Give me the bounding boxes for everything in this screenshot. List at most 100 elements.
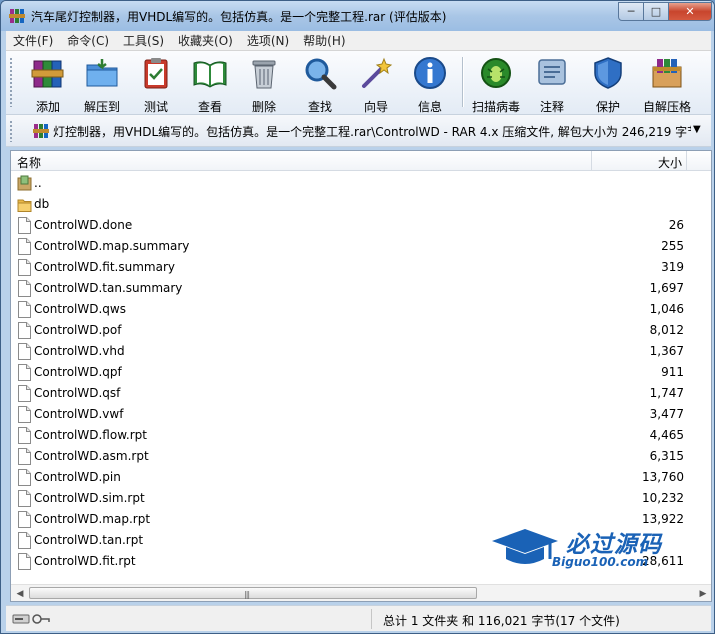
file-icon [18, 469, 31, 486]
file-icon [18, 490, 31, 507]
file-size: 13,760 [642, 470, 684, 484]
file-name: ControlWD.vwf [34, 407, 124, 421]
menu-favorites[interactable]: 收藏夹(O) [171, 32, 240, 49]
file-icon [18, 259, 31, 276]
sfx-box-icon [652, 59, 682, 88]
scroll-left-icon[interactable]: ◀ [12, 586, 28, 601]
file-icon [18, 238, 31, 255]
minimize-button[interactable]: ─ [618, 2, 644, 21]
file-name: ControlWD.tan.rpt [34, 533, 144, 547]
file-row[interactable]: ControlWD.done 26 [11, 215, 711, 236]
maximize-icon: □ [650, 5, 662, 18]
maximize-button[interactable]: □ [643, 2, 669, 21]
column-divider[interactable] [591, 151, 592, 171]
horizontal-scrollbar[interactable]: ◀ ||| ▶ [11, 584, 711, 601]
scroll-right-icon[interactable]: ▶ [695, 586, 711, 601]
toolbar-separator [462, 57, 463, 107]
toolbar: 添加 解压到 测试 查看 删除 查找 向导 信息 扫描病毒 注释 保护 自解压格 [6, 51, 711, 115]
find-button[interactable]: 查找 [294, 55, 346, 114]
info-button[interactable]: 信息 [404, 55, 456, 114]
delete-button[interactable]: 删除 [238, 55, 290, 114]
file-icon [18, 532, 31, 549]
magic-wand-icon [362, 57, 393, 88]
clipboard-check-icon [144, 58, 168, 89]
file-size: 4,465 [649, 428, 684, 442]
close-button[interactable]: ✕ [668, 2, 712, 21]
file-name: ControlWD.map.rpt [34, 512, 151, 526]
file-name: ControlWD.qsf [34, 386, 121, 400]
watermark-brand: 必过源码 [566, 532, 662, 558]
file-size: 3,477 [649, 407, 684, 421]
drive-key-icon[interactable] [12, 612, 52, 626]
scroll-thumb[interactable]: ||| [29, 587, 477, 599]
file-size: 255 [661, 239, 684, 253]
file-name: ControlWD.vhd [34, 344, 125, 358]
minimize-icon: ─ [627, 5, 635, 18]
chevron-down-icon[interactable]: ▼ [693, 124, 701, 135]
menu-options[interactable]: 选项(N) [240, 32, 296, 49]
view-button[interactable]: 查看 [184, 55, 236, 114]
title-bar[interactable]: 汽车尾灯控制器，用VHDL编写的。包括仿真。是一个完整工程.rar (评估版本)… [1, 1, 714, 31]
menu-file[interactable]: 文件(F) [6, 32, 60, 49]
file-name: ControlWD.qws [34, 302, 126, 316]
add-button[interactable]: 添加 [22, 55, 74, 114]
menu-help[interactable]: 帮助(H) [296, 32, 352, 49]
file-size: 6,315 [649, 449, 684, 463]
protect-button[interactable]: 保护 [582, 55, 634, 114]
file-row[interactable]: ControlWD.qws 1,046 [11, 299, 711, 320]
menu-tools[interactable]: 工具(S) [116, 32, 171, 49]
file-icon [18, 553, 31, 570]
info-label: 信息 [417, 100, 442, 114]
open-book-icon [193, 61, 227, 88]
file-size: 8,012 [649, 323, 684, 337]
column-size[interactable]: 大小 [658, 154, 682, 171]
delete-label: 删除 [251, 100, 276, 114]
magnifier-icon [305, 58, 337, 90]
test-button[interactable]: 测试 [130, 55, 182, 114]
file-row[interactable]: ControlWD.vhd 1,367 [11, 341, 711, 362]
file-name: ControlWD.fit.rpt [34, 554, 136, 568]
parent-folder-row[interactable]: .. [11, 173, 711, 194]
column-name[interactable]: 名称 [17, 154, 41, 171]
winrar-logo-icon [9, 9, 25, 23]
info-icon [414, 57, 446, 89]
status-summary: 总计 1 文件夹 和 116,021 字节(17 个文件) [383, 614, 620, 628]
wizard-button[interactable]: 向导 [350, 55, 402, 114]
parent-folder-icon [17, 175, 32, 191]
address-grip[interactable] [9, 120, 13, 142]
column-divider[interactable] [686, 151, 687, 171]
menu-commands[interactable]: 命令(C) [60, 32, 116, 49]
file-icon [18, 406, 31, 423]
file-row[interactable]: ControlWD.flow.rpt 4,465 [11, 425, 711, 446]
scan-virus-label: 扫描病毒 [471, 100, 520, 114]
file-name: ControlWD.pof [34, 323, 122, 337]
file-icon [18, 217, 31, 234]
folder-row[interactable]: db [11, 194, 711, 215]
file-icon [18, 448, 31, 465]
address-path[interactable]: 灯控制器，用VHDL编写的。包括仿真。是一个完整工程.rar\ControlWD… [53, 123, 691, 140]
file-row[interactable]: ControlWD.asm.rpt 6,315 [11, 446, 711, 467]
file-row[interactable]: ControlWD.qpf 911 [11, 362, 711, 383]
file-row[interactable]: ControlWD.sim.rpt 10,232 [11, 488, 711, 509]
file-row[interactable]: ControlWD.pof 8,012 [11, 320, 711, 341]
file-size: 1,697 [649, 281, 684, 295]
watermark: 必过源码 Biguo100.com [490, 525, 695, 575]
file-row[interactable]: ControlWD.fit.summary 319 [11, 257, 711, 278]
shield-icon [594, 57, 622, 89]
file-row[interactable]: ControlWD.vwf 3,477 [11, 404, 711, 425]
scan-virus-button[interactable]: 扫描病毒 [470, 55, 522, 114]
file-row[interactable]: ControlWD.qsf 1,747 [11, 383, 711, 404]
sfx-button[interactable]: 自解压格 [636, 55, 698, 114]
file-row[interactable]: ControlWD.pin 13,760 [11, 467, 711, 488]
file-row[interactable]: ControlWD.tan.summary 1,697 [11, 278, 711, 299]
column-header: 名称 大小 [11, 151, 711, 171]
extract-button[interactable]: 解压到 [76, 55, 128, 114]
virus-bug-icon [481, 58, 511, 88]
window-title: 汽车尾灯控制器，用VHDL编写的。包括仿真。是一个完整工程.rar (评估版本) [31, 10, 447, 24]
file-size: 1,747 [649, 386, 684, 400]
comment-button[interactable]: 注释 [526, 55, 578, 114]
status-divider [371, 609, 372, 629]
file-row[interactable]: ControlWD.map.summary 255 [11, 236, 711, 257]
file-name: .. [34, 176, 42, 190]
toolbar-grip[interactable] [9, 57, 13, 107]
